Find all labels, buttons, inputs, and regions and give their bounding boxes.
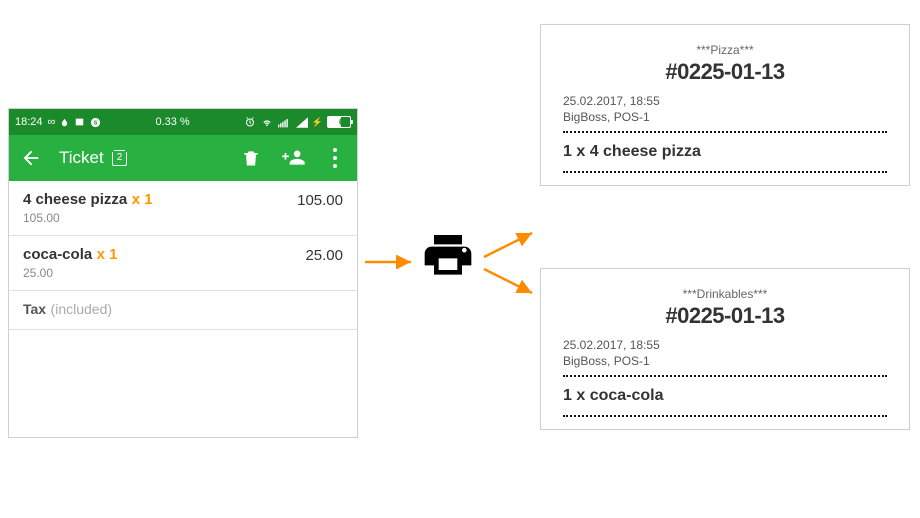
trash-icon — [241, 148, 261, 168]
delete-button[interactable] — [237, 144, 265, 172]
infinity-icon: ∞ — [48, 116, 56, 128]
tax-label: Tax — [23, 301, 46, 317]
tax-hint: (included) — [51, 301, 112, 317]
arrow-right-icon — [363, 255, 418, 269]
signal-triangle-icon — [296, 117, 308, 128]
status-time: 18:24 — [15, 116, 43, 128]
receipt-divider — [563, 415, 887, 417]
item-qty: x 1 — [132, 191, 153, 208]
receipt-divider — [563, 375, 887, 377]
receipt-order-no: #0225-01-13 — [563, 303, 887, 329]
add-customer-button[interactable] — [279, 144, 307, 172]
receipt-divider — [563, 131, 887, 133]
item-price: 105.00 — [297, 192, 343, 209]
receipt-pizza: ***Pizza*** #0225-01-13 25.02.2017, 18:5… — [540, 24, 910, 186]
back-button[interactable] — [17, 144, 45, 172]
item-qty: x 1 — [97, 246, 118, 263]
skype-icon: S — [90, 117, 101, 128]
drop-icon — [60, 117, 69, 128]
tax-row[interactable]: Tax (included) — [9, 291, 357, 330]
ticket-count-badge[interactable]: 2 — [112, 150, 128, 166]
receipt-line: 1 x 4 cheese pizza — [563, 143, 887, 161]
toolbar-title: Ticket — [59, 148, 104, 168]
receipt-line: 1 x coca-cola — [563, 387, 887, 405]
signal-bars-icon — [278, 117, 292, 128]
arrow-to-receipt-1-icon — [480, 227, 540, 263]
person-add-icon — [281, 148, 305, 168]
bolt-icon: ⚡ — [312, 117, 323, 128]
wifi-icon — [260, 117, 274, 128]
arrow-back-icon — [20, 147, 42, 169]
receipt-pos: BigBoss, POS-1 — [563, 109, 887, 125]
item-price: 25.00 — [305, 247, 343, 264]
phone-screen: 18:24 ∞ S 0.33 % ⚡ 60 Ticket 2 — [8, 108, 358, 438]
app-toolbar: Ticket 2 — [9, 135, 357, 181]
svg-text:S: S — [94, 120, 98, 126]
item-name: 4 cheese pizza — [23, 191, 127, 208]
status-center-text: 0.33 % — [101, 116, 243, 128]
receipt-station: ***Drinkables*** — [563, 287, 887, 301]
list-item[interactable]: 4 cheese pizza x 1 105.00 105.00 — [9, 181, 357, 236]
item-subtotal: 25.00 — [23, 266, 343, 280]
status-bar: 18:24 ∞ S 0.33 % ⚡ 60 — [9, 109, 357, 135]
item-subtotal: 105.00 — [23, 211, 343, 225]
receipt-station: ***Pizza*** — [563, 43, 887, 57]
overflow-menu-button[interactable] — [321, 144, 349, 172]
receipt-order-no: #0225-01-13 — [563, 59, 887, 85]
receipt-divider — [563, 171, 887, 173]
receipt-datetime: 25.02.2017, 18:55 — [563, 93, 887, 109]
receipt-datetime: 25.02.2017, 18:55 — [563, 337, 887, 353]
receipt-drinkables: ***Drinkables*** #0225-01-13 25.02.2017,… — [540, 268, 910, 430]
printer-icon — [420, 228, 476, 284]
receipt-pos: BigBoss, POS-1 — [563, 353, 887, 369]
item-name: coca-cola — [23, 246, 92, 263]
image-icon — [74, 117, 85, 127]
alarm-icon — [244, 116, 256, 128]
more-vert-icon — [330, 148, 340, 168]
arrow-to-receipt-2-icon — [480, 263, 540, 299]
list-item[interactable]: coca-cola x 1 25.00 25.00 — [9, 236, 357, 291]
battery-icon: 60 — [327, 116, 351, 128]
